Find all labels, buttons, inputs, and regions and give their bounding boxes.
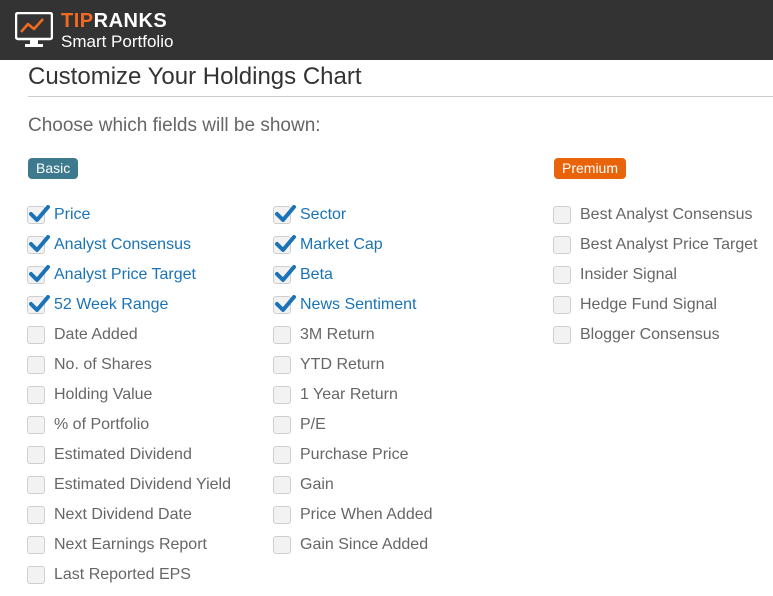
title-divider xyxy=(28,96,773,97)
checkmark-icon xyxy=(29,295,50,312)
field-checkbox[interactable] xyxy=(27,356,45,374)
field-label[interactable]: Holding Value xyxy=(54,386,152,404)
field-label[interactable]: Analyst Consensus xyxy=(54,236,191,254)
field-checkbox[interactable] xyxy=(273,265,296,284)
field-checkbox[interactable] xyxy=(273,386,291,404)
product-name: Smart Portfolio xyxy=(61,32,174,51)
field-label[interactable]: P/E xyxy=(300,416,326,434)
field-label[interactable]: Beta xyxy=(300,266,333,284)
field-checkbox[interactable] xyxy=(27,326,45,344)
field-checkbox[interactable] xyxy=(273,446,291,464)
page-subtitle: Choose which fields will be shown: xyxy=(28,115,321,136)
field-label[interactable]: Next Dividend Date xyxy=(54,506,192,524)
monitor-chart-icon xyxy=(15,12,53,47)
checkmark-icon xyxy=(29,205,50,222)
field-checkbox[interactable] xyxy=(27,566,45,584)
checkmark-icon xyxy=(275,235,296,252)
field-checkbox[interactable] xyxy=(273,326,291,344)
field-label[interactable]: % of Portfolio xyxy=(54,416,149,434)
field-checkbox[interactable] xyxy=(27,476,45,494)
brand-name[interactable]: TIPRANKS xyxy=(61,10,167,32)
field-checkbox[interactable] xyxy=(27,536,45,554)
checkmark-icon xyxy=(29,235,50,252)
field-label[interactable]: 52 Week Range xyxy=(54,296,168,314)
field-label[interactable]: Price xyxy=(54,206,90,224)
field-label[interactable]: Purchase Price xyxy=(300,446,409,464)
field-label[interactable]: Estimated Dividend xyxy=(54,446,192,464)
field-label[interactable]: Date Added xyxy=(54,326,138,344)
field-checkbox[interactable] xyxy=(273,416,291,434)
field-label[interactable]: Insider Signal xyxy=(580,266,677,284)
field-checkbox[interactable] xyxy=(27,446,45,464)
field-checkbox[interactable] xyxy=(27,386,45,404)
field-label[interactable]: Best Analyst Consensus xyxy=(580,206,753,224)
field-label[interactable]: 1 Year Return xyxy=(300,386,398,404)
field-checkbox[interactable] xyxy=(27,506,45,524)
top-bar: TIPRANKS Smart Portfolio xyxy=(0,0,773,60)
brand-name-part2: RANKS xyxy=(93,10,168,32)
field-label[interactable]: Last Reported EPS xyxy=(54,566,191,584)
field-label[interactable]: Next Earnings Report xyxy=(54,536,207,554)
field-checkbox[interactable] xyxy=(27,265,50,284)
field-checkbox[interactable] xyxy=(553,236,571,254)
field-label[interactable]: Sector xyxy=(300,206,346,224)
field-label[interactable]: News Sentiment xyxy=(300,296,417,314)
field-label[interactable]: Analyst Price Target xyxy=(54,266,196,284)
page-title: Customize Your Holdings Chart xyxy=(28,63,362,90)
field-checkbox[interactable] xyxy=(273,295,296,314)
checkmark-icon xyxy=(275,265,296,282)
field-checkbox[interactable] xyxy=(273,476,291,494)
field-label[interactable]: Price When Added xyxy=(300,506,433,524)
field-checkbox[interactable] xyxy=(553,266,571,284)
field-checkbox[interactable] xyxy=(273,536,291,554)
field-checkbox[interactable] xyxy=(273,356,291,374)
field-checkbox[interactable] xyxy=(273,235,296,254)
field-label[interactable]: Gain xyxy=(300,476,334,494)
checkmark-icon xyxy=(275,295,296,312)
field-checkbox[interactable] xyxy=(553,206,571,224)
field-label[interactable]: YTD Return xyxy=(300,356,384,374)
field-label[interactable]: Hedge Fund Signal xyxy=(580,296,717,314)
field-label[interactable]: Gain Since Added xyxy=(300,536,428,554)
field-checkbox[interactable] xyxy=(273,205,296,224)
field-label[interactable]: Blogger Consensus xyxy=(580,326,720,344)
checkmark-icon xyxy=(29,265,50,282)
field-label[interactable]: Estimated Dividend Yield xyxy=(54,476,231,494)
field-label[interactable]: No. of Shares xyxy=(54,356,152,374)
field-checkbox[interactable] xyxy=(553,296,571,314)
field-checkbox[interactable] xyxy=(273,506,291,524)
field-checkbox[interactable] xyxy=(553,326,571,344)
brand-name-part1: TIP xyxy=(61,10,94,32)
field-label[interactable]: 3M Return xyxy=(300,326,375,344)
field-checkbox[interactable] xyxy=(27,235,50,254)
field-checkbox[interactable] xyxy=(27,416,45,434)
checkmark-icon xyxy=(275,205,296,222)
field-label[interactable]: Market Cap xyxy=(300,236,383,254)
field-checkbox[interactable] xyxy=(27,295,50,314)
premium-section-badge: Premium xyxy=(554,158,627,179)
field-label[interactable]: Best Analyst Price Target xyxy=(580,236,758,254)
field-checkbox[interactable] xyxy=(27,205,50,224)
basic-section-badge: Basic xyxy=(28,158,79,179)
